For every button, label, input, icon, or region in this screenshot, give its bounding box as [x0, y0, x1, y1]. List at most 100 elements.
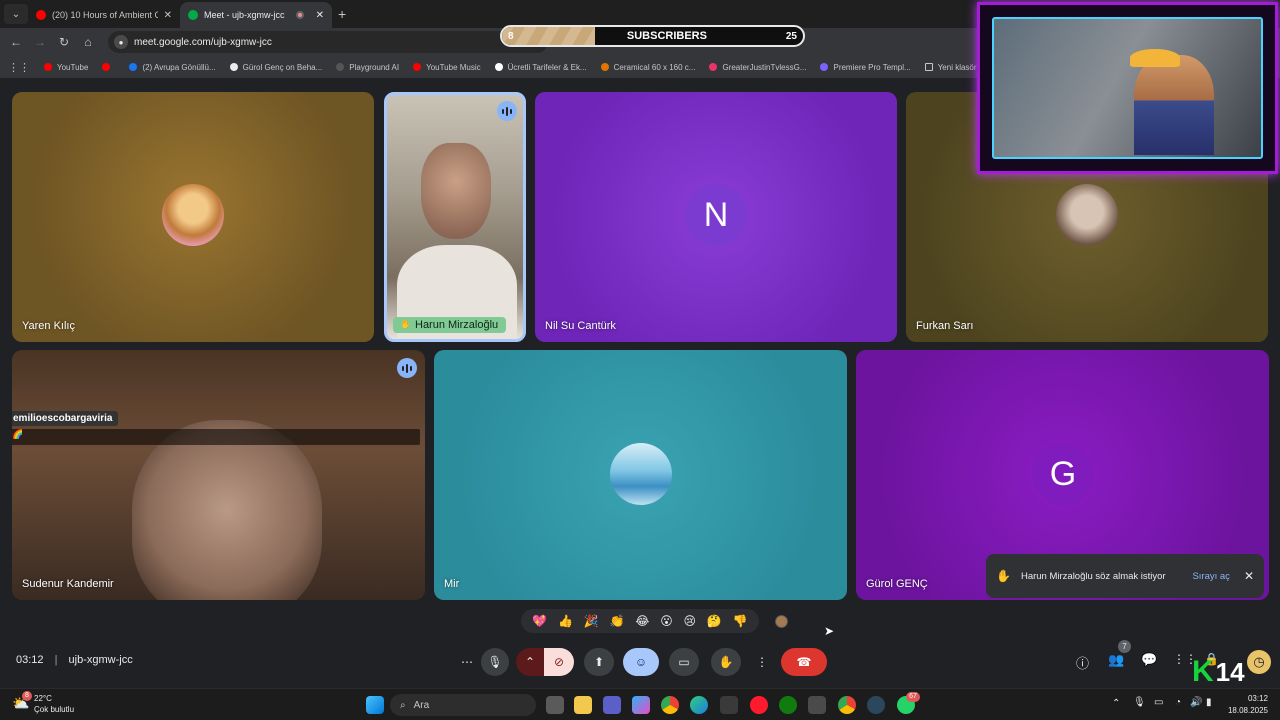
teams-icon[interactable] [603, 696, 621, 714]
bookmark[interactable]: GreaterJustinTvlessG... [709, 63, 806, 72]
playground-icon [336, 63, 345, 71]
people-icon[interactable]: 👥 [1108, 652, 1124, 668]
taskbar-search[interactable]: ⌕ Ara [390, 694, 536, 716]
battery-icon[interactable]: ▮ [1206, 697, 1212, 708]
camera-off-button[interactable]: ⊘ [544, 648, 574, 676]
open-queue-link[interactable]: Sırayı aç [1192, 571, 1230, 582]
chrome-icon[interactable] [838, 696, 856, 714]
weather-widget[interactable]: ⛅ 8 22°C Çok bulutlu [12, 691, 102, 717]
raise-hand-button[interactable]: ✋ [711, 648, 741, 676]
back-icon[interactable]: ← [4, 35, 28, 49]
bookmark[interactable]: Playground AI [336, 63, 399, 72]
hand-raised-icon: ✋ [400, 319, 412, 329]
participant-tile[interactable]: Yaren Kılıç [12, 92, 374, 342]
clock[interactable]: 03:12 18.08.2025 [1226, 693, 1268, 717]
reaction-party[interactable]: 🎉 [584, 614, 599, 628]
reaction-thumbs-up[interactable]: 👍 [558, 614, 573, 628]
tab-search-button[interactable]: ⌄ [4, 4, 28, 24]
bookmark[interactable]: Ceramical 60 x 160 c... [600, 63, 695, 72]
hand-raise-notification: ✋ Harun Mirzaloğlu söz almak istiyor Sır… [986, 554, 1264, 598]
wifi-icon[interactable]: ◔ [1175, 697, 1181, 708]
participant-video [421, 143, 491, 239]
present-screen-button[interactable]: ⬆ [584, 648, 614, 676]
display-icon[interactable]: ▭ [1154, 697, 1163, 708]
subscriber-goal: 25 [785, 30, 797, 42]
task-view-icon[interactable] [546, 696, 564, 714]
edge-icon[interactable] [690, 696, 708, 714]
meet-icon [188, 10, 198, 20]
close-icon[interactable]: ✕ [1244, 569, 1254, 583]
chat-message-bar: 🌈 [12, 429, 420, 445]
tab-youtube[interactable]: (20) 10 Hours of Ambient City... ✕ [28, 2, 180, 28]
url-input[interactable]: ● meet.google.com/ujb-xgmw-jcc [108, 31, 548, 53]
chrome-icon[interactable] [661, 696, 679, 714]
weather-temp: 22°C [34, 694, 52, 703]
home-icon[interactable]: ⌂ [76, 35, 100, 49]
participant-name: Gürol GENÇ [866, 578, 928, 590]
xbox-icon[interactable] [779, 696, 797, 714]
subscriber-label: SUBSCRIBERS [626, 30, 707, 42]
leave-call-button[interactable]: ☎ [781, 648, 827, 676]
search-icon: ⌕ [400, 699, 406, 711]
hand-raised-icon: ✋ [996, 569, 1011, 583]
reaction-laugh[interactable]: 😂 [635, 614, 649, 628]
microphone-button[interactable]: 🎙 [481, 648, 509, 676]
reaction-surprised[interactable]: 😮 [660, 614, 673, 628]
opera-icon[interactable] [750, 696, 768, 714]
reaction-heart[interactable]: 💖 [532, 614, 547, 628]
participant-tile[interactable]: emilioescobargaviria 🌈 Sudenur Kandemir [12, 350, 425, 600]
chat-icon[interactable]: 💬 [1141, 652, 1157, 668]
windows-start-icon[interactable] [366, 696, 384, 714]
participant-tile[interactable]: N Nil Su Cantürk [535, 92, 897, 342]
steam-icon[interactable] [867, 696, 885, 714]
vegas-icon[interactable] [720, 696, 738, 714]
info-icon[interactable]: ⓘ [1076, 653, 1089, 672]
weather-badge: 8 [22, 691, 32, 701]
bookmark[interactable]: YouTube Music [413, 63, 481, 72]
volume-icon[interactable]: 🔊 [1190, 697, 1202, 708]
participant-video [132, 420, 322, 600]
camera-options-button[interactable]: ⌃ [516, 648, 544, 676]
reaction-sad[interactable]: 😢 [684, 614, 697, 628]
bookmark[interactable]: (2) Avrupa Gönüllü... [129, 63, 216, 72]
bookmark[interactable]: YouTube [44, 63, 88, 72]
meeting-time: 03:12 | ujb-xgmw-jcc [16, 654, 133, 666]
captions-button[interactable]: ▭ [669, 648, 699, 676]
participant-tile-active-speaker[interactable]: ✋ Harun Mirzaloğlu [384, 92, 526, 342]
speaking-indicator-icon [497, 101, 517, 121]
whatsapp-badge: 67 [906, 692, 920, 702]
bookmark[interactable] [102, 63, 115, 71]
tab-meet[interactable]: Meet - ujb-xgmw-jcc ✕ [180, 2, 332, 28]
streamer-webcam-overlay [977, 2, 1278, 174]
bookmark[interactable]: Gürol Genç on Beha... [229, 63, 322, 72]
store-icon[interactable] [808, 696, 826, 714]
reaction-thinking[interactable]: 🤔 [707, 614, 722, 628]
tray-chevron-icon[interactable]: ⌃ [1112, 698, 1120, 709]
bookmark[interactable]: Premiere Pro Templ... [820, 63, 911, 72]
file-explorer-icon[interactable] [574, 696, 592, 714]
mic-icon[interactable]: ● [114, 35, 128, 49]
copilot-icon[interactable] [632, 696, 650, 714]
reaction-thumbs-down[interactable]: 👎 [733, 614, 748, 628]
more-actions-button[interactable]: ⋮ [751, 648, 773, 676]
bookmark[interactable]: Ücretli Tarifeler & Ek... [494, 63, 587, 72]
reload-icon[interactable]: ↻ [52, 35, 76, 49]
apps-icon[interactable]: ⋮⋮ [8, 61, 30, 74]
chat-overlay: emilioescobargaviria 🌈 [12, 408, 420, 446]
forward-icon[interactable]: → [28, 35, 52, 49]
reactions-bar: 💖 👍 🎉 👏 😂 😮 😢 🤔 👎 [521, 609, 759, 633]
new-tab-button[interactable]: + [338, 6, 346, 22]
windows-taskbar: ⛅ 8 22°C Çok bulutlu ⌕ Ara 67 ⌃ 🎙 ▭ ◔ 🔊 … [0, 688, 1280, 720]
clock-time: 03:12 [1247, 694, 1268, 703]
close-icon[interactable]: ✕ [316, 10, 324, 21]
people-count-badge: 7 [1118, 640, 1131, 653]
skin-tone-picker[interactable] [775, 615, 788, 628]
speaking-indicator-icon [397, 358, 417, 378]
tt-icon [494, 63, 503, 71]
more-options-button[interactable]: ⋯ [453, 648, 481, 676]
emoji-button[interactable]: ☺ [623, 648, 659, 676]
reaction-clap[interactable]: 👏 [610, 614, 625, 628]
bookmark[interactable]: Yeni klasör [924, 63, 977, 72]
participant-tile[interactable]: Mir [434, 350, 847, 600]
close-icon[interactable]: ✕ [164, 10, 172, 21]
